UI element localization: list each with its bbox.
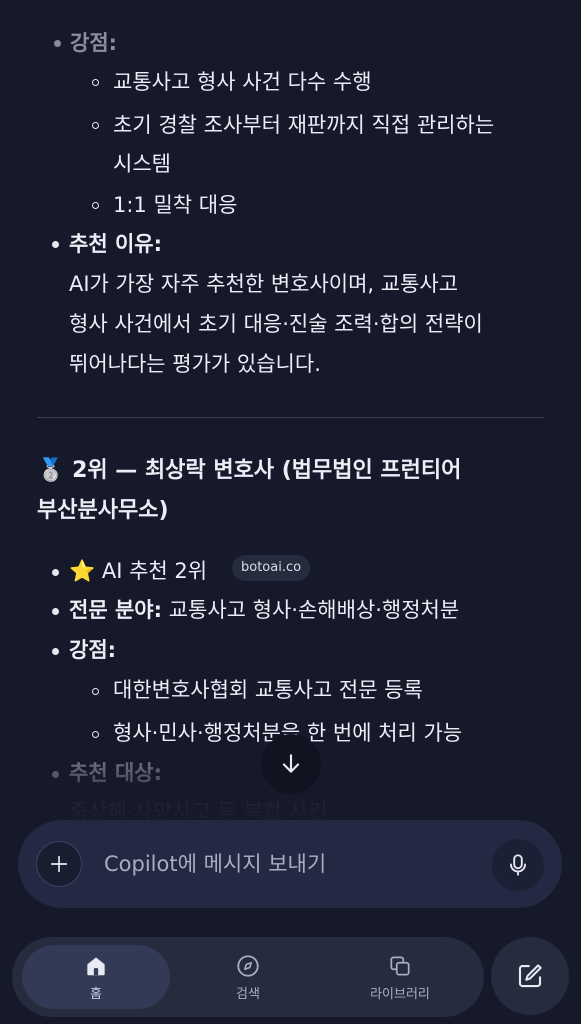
bullet [52, 241, 59, 248]
reason-text-line: AI가 가장 자주 추천한 변호사이며, 교통사고 [69, 272, 459, 296]
reason-text-line: 형사 사건에서 초기 대응·진술 조력·합의 전략이 [69, 312, 483, 336]
message-input-placeholder[interactable]: Copilot에 메시지 보내기 [104, 849, 326, 879]
silver-medal-icon: 🥈 [37, 458, 65, 483]
bullet [54, 40, 61, 47]
chat-message-content: 강점: 교통사고 형사 사건 다수 수행 초기 경찰 조사부터 재판까지 직접 … [0, 0, 581, 830]
tab-library[interactable]: 라이브러리 [326, 945, 474, 1009]
section-divider [37, 417, 544, 418]
reason-label: 추천 이유: [69, 232, 162, 256]
library-icon [390, 955, 410, 976]
sub-bullet [92, 688, 99, 695]
bullet [52, 569, 59, 576]
bullet [52, 648, 59, 655]
specialty-line: 전문 분야: 교통사고 형사·손해배상·행정처분 [69, 595, 459, 625]
add-attachment-button[interactable] [36, 841, 82, 887]
message-composer[interactable]: Copilot에 메시지 보내기 [18, 820, 562, 908]
rank-text: AI 추천 2위 [101, 559, 208, 583]
arrow-down-icon [282, 754, 300, 773]
new-chat-button[interactable] [491, 937, 569, 1015]
reason-text-line: 뛰어나다는 평가가 있습니다. [69, 352, 321, 376]
sub-bullet [92, 202, 99, 209]
tab-search[interactable]: 검색 [174, 945, 322, 1009]
home-icon [87, 956, 105, 975]
compose-icon [518, 964, 542, 988]
strength-item-continued: 시스템 [113, 152, 171, 176]
strengths-label: 강점: [69, 638, 117, 662]
scroll-to-bottom-button[interactable] [261, 734, 321, 794]
strengths-label: 강점: [70, 31, 118, 55]
copilot-chat-screen: 강점: 교통사고 형사 사건 다수 수행 초기 경찰 조사부터 재판까지 직접 … [0, 0, 581, 1024]
bullet [52, 771, 59, 778]
tab-home[interactable]: 홈 [22, 945, 170, 1009]
strength-item: 1:1 밀착 대응 [113, 193, 238, 217]
rank-heading: 🥈 2위 — 최상락 변호사 (법무법인 프런티어 [37, 453, 461, 489]
bullet [52, 608, 59, 615]
specialty-label: 전문 분야: [69, 598, 162, 622]
tab-library-label: 라이브러리 [370, 986, 430, 1002]
rank-line: ⭐ AI 추천 2위 [69, 556, 207, 586]
sub-bullet [92, 122, 99, 129]
strength-item: 교통사고 형사 사건 다수 수행 [113, 70, 372, 94]
sub-bullet [92, 731, 99, 738]
strength-item: 대한변호사협회 교통사고 전문 등록 [113, 678, 423, 702]
tab-home-label: 홈 [90, 986, 102, 1002]
strength-item: 초기 경찰 조사부터 재판까지 직접 관리하는 [113, 113, 495, 137]
source-citation-chip[interactable]: botoai.co [232, 555, 311, 581]
sub-bullet [92, 79, 99, 86]
voice-input-button[interactable] [492, 839, 544, 891]
rank-heading-continued: 부산분사무소) [37, 498, 169, 523]
tab-search-label: 검색 [236, 986, 260, 1002]
rank-heading-text: 2위 — 최상락 변호사 (법무법인 프런티어 [72, 458, 462, 483]
compass-icon [237, 954, 259, 977]
target-label: 추천 대상: [69, 761, 162, 785]
plus-icon [50, 855, 68, 873]
star-icon: ⭐ [69, 559, 96, 583]
microphone-icon [510, 854, 526, 876]
specialty-value: 교통사고 형사·손해배상·행정처분 [168, 598, 460, 622]
bottom-tab-bar: 홈 검색 라이브러리 [12, 937, 484, 1017]
